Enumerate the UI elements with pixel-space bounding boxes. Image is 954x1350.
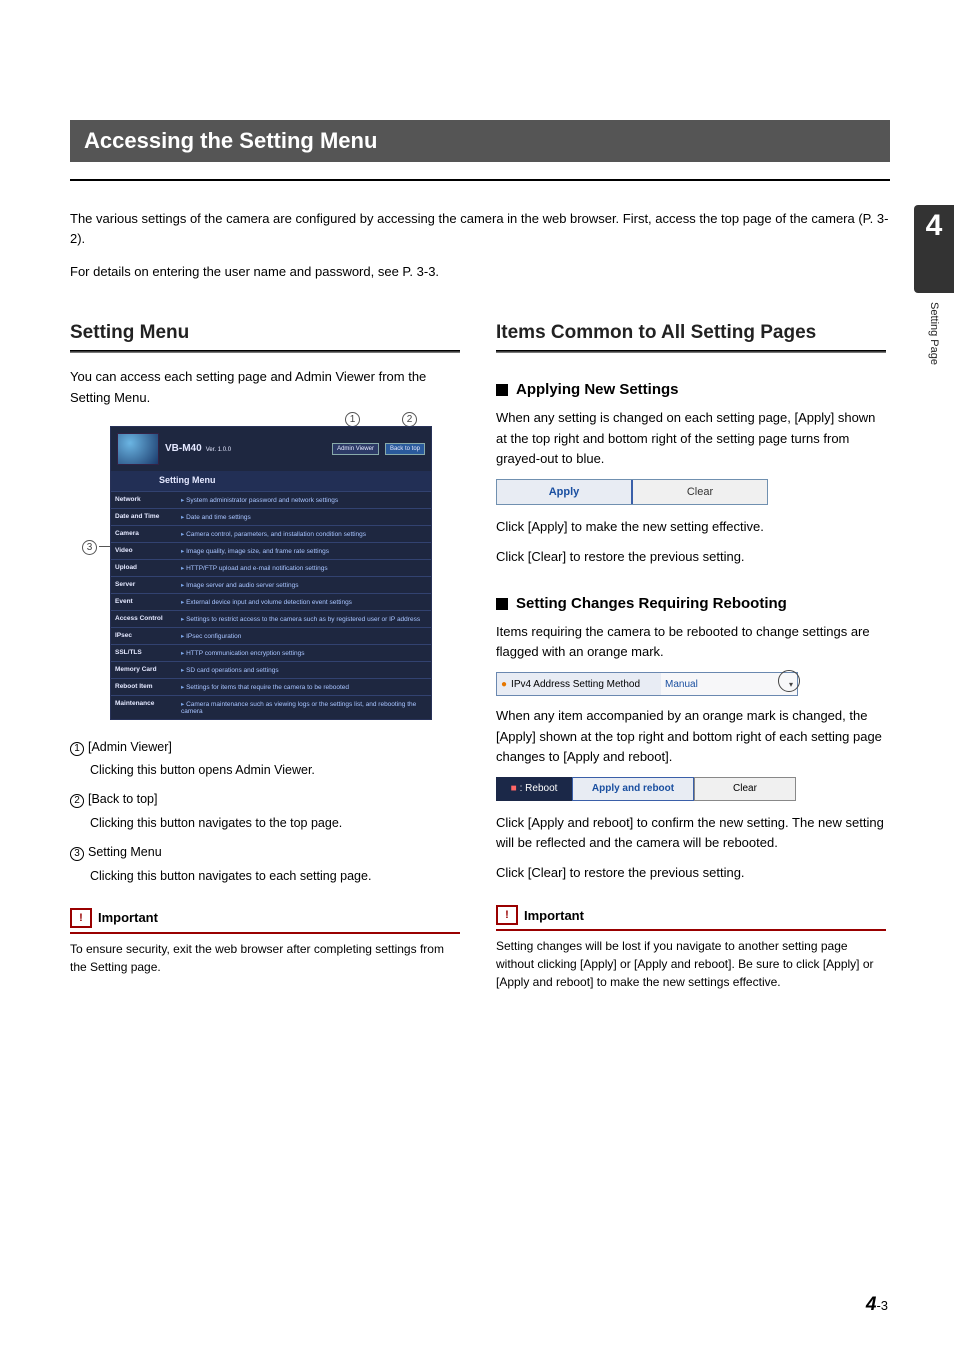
menu-row[interactable]: ServerImage server and audio server sett… — [111, 576, 431, 593]
legend-item-desc: Clicking this button opens Admin Viewer. — [90, 761, 460, 780]
menu-row[interactable]: SSL/TLSHTTP communication encryption set… — [111, 644, 431, 661]
left-heading: Setting Menu — [70, 322, 460, 346]
reboot-p3: Click [Apply and reboot] to confirm the … — [496, 813, 886, 853]
menu-row-desc: IPsec configuration — [177, 628, 431, 644]
applying-p1: When any setting is changed on each sett… — [496, 408, 886, 468]
menu-row-name: Event — [111, 594, 177, 610]
menu-row[interactable]: IPsecIPsec configuration — [111, 627, 431, 644]
divider — [496, 350, 886, 353]
apply-clear-row: Apply Clear — [496, 479, 768, 505]
square-bullet-icon — [496, 384, 508, 396]
important-heading: ! Important — [70, 908, 460, 934]
ipv4-setting-row: ● IPv4 Address Setting Method Manual▾ — [496, 672, 798, 696]
setting-menu-screenshot: VB-M40Ver. 1.0.0 Admin Viewer Back to to… — [110, 426, 432, 720]
menu-row-name: Access Control — [111, 611, 177, 627]
important-icon: ! — [496, 905, 518, 925]
menu-row-desc: Camera control, parameters, and installa… — [177, 526, 431, 542]
camera-logo-image — [117, 433, 159, 465]
chapter-tab: 4 — [914, 205, 954, 293]
menu-row-desc: Camera maintenance such as viewing logs … — [177, 696, 431, 719]
menu-row[interactable]: Access ControlSettings to restrict acces… — [111, 610, 431, 627]
important-body: Setting changes will be lost if you navi… — [496, 937, 886, 991]
legend-item-desc: Clicking this button navigates to the to… — [90, 814, 460, 833]
page-number: 4-3 — [866, 1294, 888, 1316]
reboot-p4: Click [Clear] to restore the previous se… — [496, 863, 886, 883]
menu-row-name: Server — [111, 577, 177, 593]
callout-2: 2 — [402, 412, 417, 427]
reboot-button-row: ■: Reboot Apply and reboot Clear — [496, 777, 796, 801]
left-lead: You can access each setting page and Adm… — [70, 367, 460, 407]
menu-row-name: IPsec — [111, 628, 177, 644]
menu-row[interactable]: Reboot ItemSettings for items that requi… — [111, 678, 431, 695]
title-underline — [70, 179, 890, 181]
menu-row-name: Reboot Item — [111, 679, 177, 695]
clear-button[interactable]: Clear — [694, 777, 796, 801]
menu-row-name: Network — [111, 492, 177, 508]
menu-row-desc: HTTP communication encryption settings — [177, 645, 431, 661]
menu-row[interactable]: UploadHTTP/FTP upload and e-mail notific… — [111, 559, 431, 576]
menu-row-name: Camera — [111, 526, 177, 542]
menu-row-desc: External device input and volume detecti… — [177, 594, 431, 610]
right-heading: Items Common to All Setting Pages — [496, 322, 886, 346]
important-icon: ! — [70, 908, 92, 928]
menu-row-desc: Image quality, image size, and frame rat… — [177, 543, 431, 559]
square-bullet-icon — [496, 598, 508, 610]
legend-item: 3Setting Menu — [70, 843, 460, 862]
ipv4-label: IPv4 Address Setting Method — [511, 679, 640, 690]
orange-mark-icon: ● — [501, 679, 507, 690]
intro-paragraph-1: The various settings of the camera are c… — [70, 209, 890, 249]
menu-row-name: SSL/TLS — [111, 645, 177, 661]
menu-row[interactable]: Memory CardSD card operations and settin… — [111, 661, 431, 678]
page-title: Accessing the Setting Menu — [70, 120, 890, 162]
menu-row-name: Memory Card — [111, 662, 177, 678]
apply-button[interactable]: Apply — [497, 480, 633, 504]
menu-row[interactable]: EventExternal device input and volume de… — [111, 593, 431, 610]
reboot-legend: ■: Reboot — [496, 777, 572, 801]
menu-heading: Setting Menu — [111, 471, 431, 491]
back-to-top-button[interactable]: Back to top — [385, 443, 425, 455]
menu-row[interactable]: CameraCamera control, parameters, and in… — [111, 525, 431, 542]
product-name: VB-M40Ver. 1.0.0 — [165, 443, 326, 454]
menu-row-name: Maintenance — [111, 696, 177, 719]
callout-3: 3 — [82, 540, 97, 555]
reboot-p1: Items requiring the camera to be reboote… — [496, 622, 886, 662]
important-body: To ensure security, exit the web browser… — [70, 940, 460, 976]
reboot-p2: When any item accompanied by an orange m… — [496, 706, 886, 766]
important-heading: ! Important — [496, 905, 886, 931]
menu-row-name: Upload — [111, 560, 177, 576]
subsection-applying: Applying New Settings — [496, 381, 886, 398]
chapter-tab-label: Setting Page — [928, 302, 940, 365]
menu-row-desc: Image server and audio server settings — [177, 577, 431, 593]
legend-item: 1[Admin Viewer] — [70, 738, 460, 757]
menu-row-name: Video — [111, 543, 177, 559]
menu-row-name: Date and Time — [111, 509, 177, 525]
intro-paragraph-2: For details on entering the user name an… — [70, 262, 890, 282]
ipv4-value-dropdown[interactable]: Manual▾ — [661, 673, 797, 695]
admin-viewer-button[interactable]: Admin Viewer — [332, 443, 379, 455]
menu-row-desc: Settings to restrict access to the camer… — [177, 611, 431, 627]
legend-item: 2[Back to top] — [70, 790, 460, 809]
menu-row[interactable]: MaintenanceCamera maintenance such as vi… — [111, 695, 431, 719]
apply-and-reboot-button[interactable]: Apply and reboot — [572, 777, 694, 801]
menu-row-desc: Settings for items that require the came… — [177, 679, 431, 695]
menu-row[interactable]: NetworkSystem administrator password and… — [111, 491, 431, 508]
clear-button[interactable]: Clear — [633, 480, 767, 504]
divider — [70, 350, 460, 353]
applying-p2: Click [Apply] to make the new setting ef… — [496, 517, 886, 537]
menu-row[interactable]: Date and TimeDate and time settings — [111, 508, 431, 525]
menu-row-desc: Date and time settings — [177, 509, 431, 525]
menu-row-desc: HTTP/FTP upload and e-mail notification … — [177, 560, 431, 576]
applying-p3: Click [Clear] to restore the previous se… — [496, 547, 886, 567]
menu-row-desc: System administrator password and networ… — [177, 492, 431, 508]
subsection-reboot: Setting Changes Requiring Rebooting — [496, 595, 886, 612]
callout-1: 1 — [345, 412, 360, 427]
legend-item-desc: Clicking this button navigates to each s… — [90, 867, 460, 886]
menu-row-desc: SD card operations and settings — [177, 662, 431, 678]
menu-row[interactable]: VideoImage quality, image size, and fram… — [111, 542, 431, 559]
